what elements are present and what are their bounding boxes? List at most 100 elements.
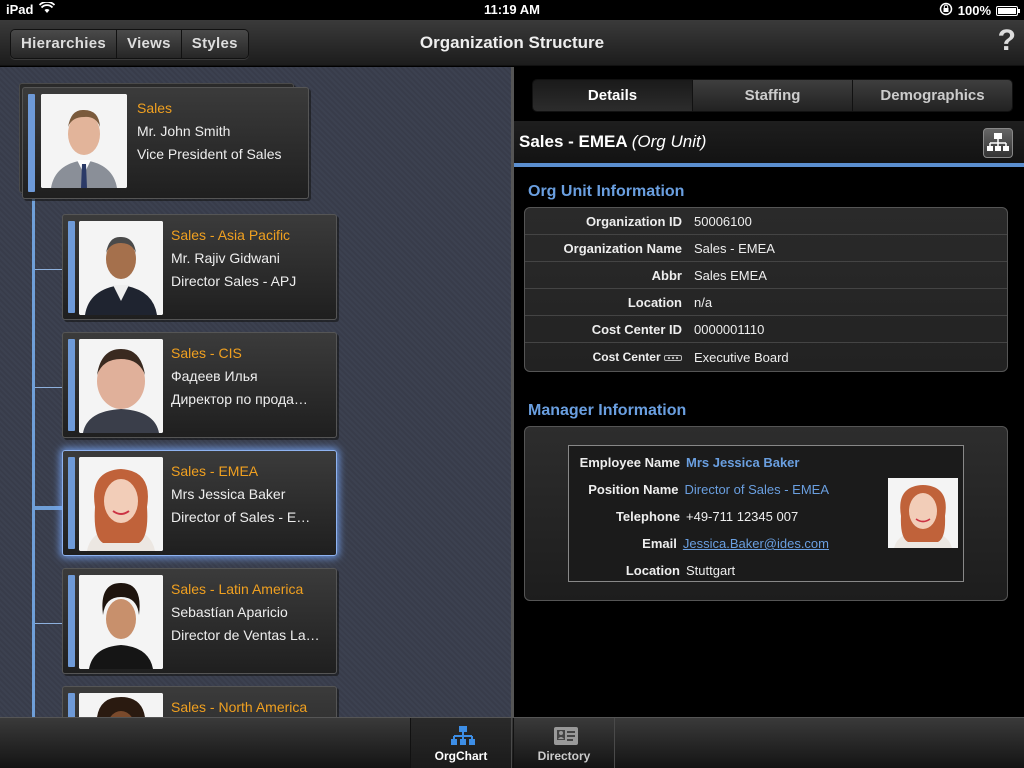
person-name: Sebastían Aparicio	[171, 604, 288, 620]
person-name: Mr. John Smith	[137, 123, 231, 139]
rotation-lock-icon	[939, 2, 953, 19]
manager-info-box: Employee Name Mrs Jessica Baker Position …	[524, 426, 1008, 601]
person-name: Mrs Jessica Baker	[171, 486, 286, 502]
table-row: Cost Center ID 0000001110	[525, 316, 1007, 343]
card-indicator	[68, 693, 75, 717]
org-unit-label: Sales - CIS	[171, 345, 242, 361]
table-row: Organization ID 50006100	[525, 208, 1007, 235]
avatar	[79, 339, 163, 433]
avatar	[79, 693, 163, 717]
field-label: Cost Center ID	[591, 321, 682, 337]
org-card[interactable]: Sales - CIS Фадеев Илья Директор по прод…	[62, 332, 337, 438]
manager-photo	[888, 478, 958, 548]
tree-connector-selected	[32, 506, 63, 510]
field-value: Sales EMEA	[694, 267, 767, 283]
field-label: Organization Name	[563, 240, 682, 256]
tab-demographics[interactable]: Demographics	[853, 80, 1012, 111]
person-name: Фадеев Илья	[171, 368, 258, 384]
org-unit-name: Sales - EMEA	[519, 132, 628, 151]
field-value: n/a	[694, 294, 713, 310]
field-value: 0000001110	[694, 321, 765, 337]
avatar	[41, 94, 127, 188]
header-underline	[514, 163, 1024, 167]
card-indicator	[68, 221, 75, 313]
manager-name-link[interactable]: Mrs Jessica Baker	[680, 455, 799, 475]
table-row[interactable]: Cost Center Executive Board	[525, 343, 1007, 371]
person-role: Директор по прода…	[171, 391, 308, 407]
card-indicator	[68, 339, 75, 431]
field-label: Position Name	[588, 482, 679, 497]
org-structure-button[interactable]	[983, 128, 1013, 158]
field-label: Organization ID	[585, 213, 682, 229]
tree-line	[32, 199, 35, 717]
org-card-selected[interactable]: Sales - EMEA Mrs Jessica Baker Director …	[62, 450, 337, 556]
person-role: Director Sales - APJ	[171, 273, 297, 289]
battery-percent: 100%	[957, 3, 991, 18]
manager-row: Employee Name Mrs Jessica Baker	[569, 455, 829, 475]
org-unit-label: Sales - Latin America	[171, 581, 304, 597]
tab-label: OrgChart	[434, 749, 488, 763]
telephone-value: +49-711 12345 007	[686, 509, 799, 524]
manager-row: Email Jessica.Baker@ides.com	[569, 536, 829, 556]
org-unit-label: Sales - EMEA	[171, 463, 259, 479]
org-card[interactable]: Sales - Asia Pacific Mr. Rajiv Gidwani D…	[62, 214, 337, 320]
bottom-tab-bar: OrgChart Directory	[0, 717, 1024, 768]
org-chart-pane[interactable]: Sales Mr. John Smith Vice President of S…	[0, 67, 511, 717]
manager-row: Telephone +49-711 12345 007	[569, 509, 829, 529]
help-button[interactable]: ?	[998, 24, 1016, 58]
orgchart-icon	[451, 726, 475, 745]
tree-tick	[35, 269, 62, 270]
org-structure-icon	[987, 133, 1009, 151]
avatar	[79, 575, 163, 669]
status-bar: iPad 11:19 AM 100%	[0, 0, 1024, 20]
field-label: Employee Name	[579, 455, 680, 470]
detail-tabs: Details Staffing Demographics	[532, 79, 1013, 112]
org-unit-section-title: Org Unit Information	[528, 183, 685, 200]
tab-orgchart[interactable]: OrgChart	[410, 718, 512, 768]
detail-title: Sales - EMEA (Org Unit)	[519, 132, 706, 152]
org-card[interactable]: Sales - North America	[62, 686, 337, 717]
field-label: Location	[625, 563, 680, 578]
org-unit-label: Sales - North America	[171, 699, 308, 715]
directory-icon	[554, 727, 578, 745]
avatar	[79, 221, 163, 315]
tab-staffing[interactable]: Staffing	[693, 80, 853, 111]
nav-bar: Hierarchies Views Styles Organization St…	[0, 20, 1024, 66]
table-row: Organization Name Sales - EMEA	[525, 235, 1007, 262]
org-card[interactable]: Sales - Latin America Sebastían Aparicio…	[62, 568, 337, 674]
table-row: Location n/a	[525, 289, 1007, 316]
org-unit-type: (Org Unit)	[631, 132, 707, 151]
field-label: Abbr	[651, 267, 682, 283]
detail-header: Sales - EMEA (Org Unit)	[514, 121, 1024, 167]
table-row: Abbr Sales EMEA	[525, 262, 1007, 289]
manager-row: Position Name Director of Sales - EMEA	[569, 482, 829, 502]
manager-section-title: Manager Information	[528, 402, 687, 419]
manager-row: Location Stuttgart	[569, 563, 829, 583]
tab-label: Directory	[537, 749, 591, 763]
battery-icon	[996, 5, 1020, 16]
person-name: Mr. Rajiv Gidwani	[171, 250, 280, 266]
tab-details[interactable]: Details	[533, 80, 693, 111]
field-label: Location	[627, 294, 682, 310]
person-role: Vice President of Sales	[137, 146, 282, 162]
card-indicator	[68, 575, 75, 667]
tree-tick	[35, 387, 62, 388]
org-unit-table: Organization ID 50006100 Organization Nam…	[524, 207, 1008, 372]
location-value: Stuttgart	[686, 563, 736, 578]
tree-tick	[35, 623, 62, 624]
org-card-root[interactable]: Sales Mr. John Smith Vice President of S…	[22, 87, 309, 199]
manager-card[interactable]: Employee Name Mrs Jessica Baker Position …	[568, 445, 964, 582]
field-label: Telephone	[615, 509, 680, 524]
position-link[interactable]: Director of Sales - EMEA	[679, 482, 830, 502]
card-indicator	[68, 457, 75, 549]
org-unit-label: Sales - Asia Pacific	[171, 227, 291, 243]
card-indicator	[28, 94, 35, 192]
tab-directory[interactable]: Directory	[513, 718, 615, 768]
email-link[interactable]: Jessica.Baker@ides.com	[677, 536, 829, 556]
field-label: Cost Center	[592, 350, 661, 364]
field-value: 50006100	[694, 213, 752, 229]
org-unit-label: Sales	[137, 100, 173, 116]
avatar	[79, 457, 163, 551]
person-role: Director of Sales - E…	[171, 509, 311, 525]
field-value: Executive Board	[694, 349, 789, 365]
